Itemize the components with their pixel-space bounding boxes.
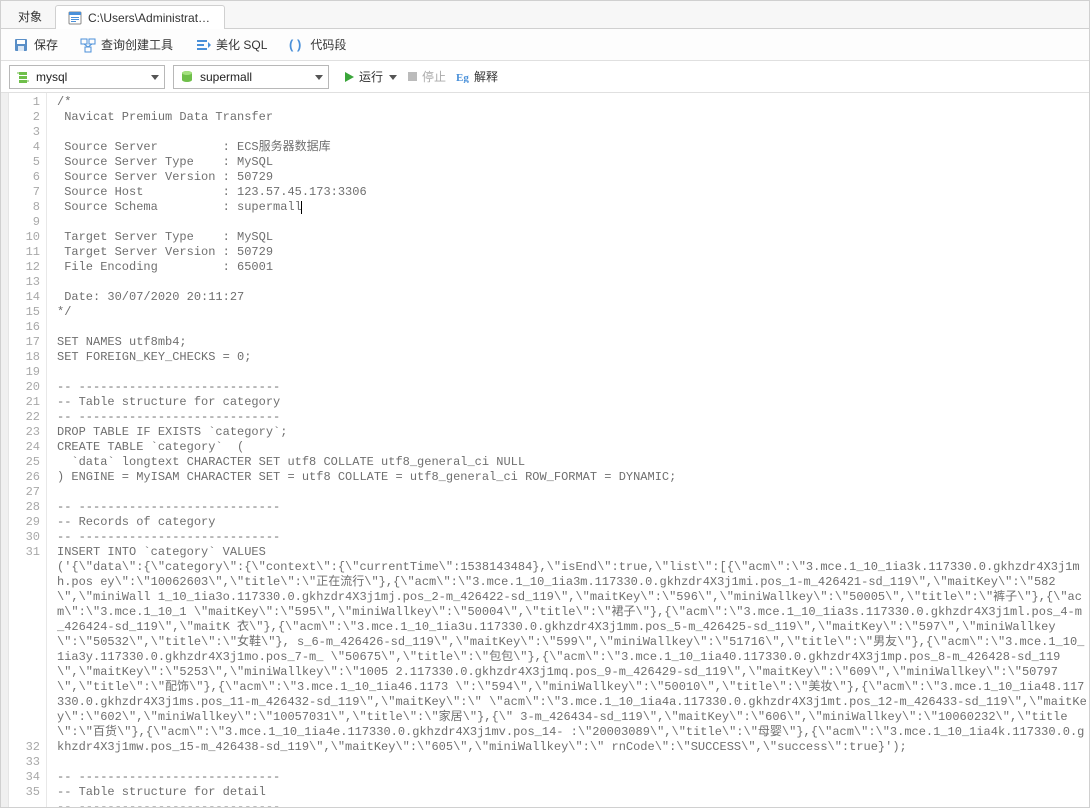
- svg-text:Eg: Eg: [456, 72, 469, 83]
- line-number-gutter: 1234567891011121314151617181920212223242…: [9, 93, 47, 807]
- database-value: supermall: [200, 70, 308, 84]
- tab-file-label: C:\Users\Administrator\Do...: [88, 11, 212, 25]
- app-window: 对象 C:\Users\Administrator\Do... 保存 查询创建工…: [0, 0, 1090, 808]
- code-snippet-label: 代码段: [310, 36, 346, 53]
- save-icon: [13, 37, 29, 53]
- chevron-down-icon: [314, 72, 324, 82]
- tab-file[interactable]: C:\Users\Administrator\Do...: [55, 5, 225, 29]
- chevron-down-icon: [389, 73, 397, 81]
- query-builder-icon: [80, 37, 96, 53]
- main-toolbar: 保存 查询创建工具 美化 SQL ( ) 代码段: [1, 29, 1089, 61]
- explain-icon: Eg: [456, 71, 470, 83]
- svg-text:( ): ( ): [289, 37, 301, 52]
- database-selector[interactable]: supermall: [173, 65, 329, 89]
- play-icon: [343, 71, 355, 83]
- tab-objects-label: 对象: [18, 8, 42, 25]
- stop-label: 停止: [422, 68, 446, 85]
- beautify-icon: [195, 37, 211, 53]
- beautify-sql-button[interactable]: 美化 SQL: [191, 33, 271, 56]
- run-label: 运行: [359, 68, 383, 85]
- query-builder-label: 查询创建工具: [101, 36, 173, 53]
- explain-label: 解释: [474, 68, 498, 85]
- database-icon: [180, 70, 194, 84]
- code-snippet-button[interactable]: ( ) 代码段: [285, 33, 350, 56]
- code-area[interactable]: /* Navicat Premium Data Transfer Source …: [47, 93, 1089, 807]
- connection-selector[interactable]: mysql: [9, 65, 165, 89]
- sql-file-icon: [68, 11, 82, 25]
- code-snippet-icon: ( ): [289, 37, 305, 53]
- stop-icon: [407, 71, 418, 82]
- query-builder-button[interactable]: 查询创建工具: [76, 33, 177, 56]
- tab-strip: 对象 C:\Users\Administrator\Do...: [1, 1, 1089, 29]
- stop-button: 停止: [407, 68, 446, 85]
- run-controls: 运行 停止 Eg 解释: [343, 68, 498, 85]
- explain-button[interactable]: Eg 解释: [456, 68, 498, 85]
- connection-toolbar: mysql supermall 运行: [1, 61, 1089, 93]
- save-label: 保存: [34, 36, 58, 53]
- connection-value: mysql: [36, 70, 144, 84]
- editor-margin: [1, 93, 9, 807]
- sql-editor[interactable]: 1234567891011121314151617181920212223242…: [1, 93, 1089, 807]
- connection-icon: [16, 70, 30, 84]
- run-button[interactable]: 运行: [343, 68, 397, 85]
- beautify-label: 美化 SQL: [216, 36, 267, 53]
- chevron-down-icon: [150, 72, 160, 82]
- save-button[interactable]: 保存: [9, 33, 62, 56]
- tab-objects[interactable]: 对象: [5, 4, 55, 28]
